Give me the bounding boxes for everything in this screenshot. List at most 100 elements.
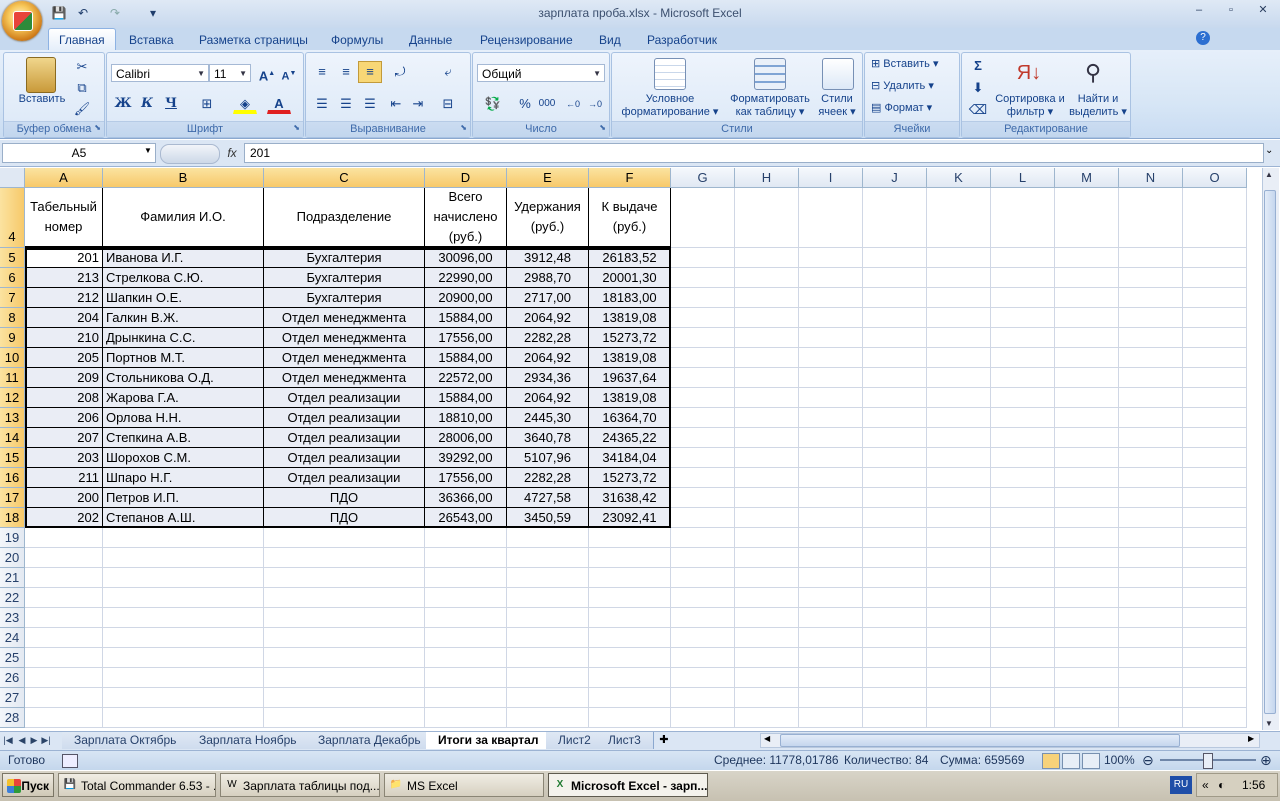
- increase-indent-icon[interactable]: ⇥: [406, 93, 430, 115]
- grid-cell[interactable]: [863, 708, 927, 728]
- close-button[interactable]: ✕: [1252, 2, 1274, 18]
- grid-cell[interactable]: [991, 428, 1055, 448]
- tab-data[interactable]: Данные: [399, 30, 462, 50]
- grid-cell[interactable]: [735, 568, 799, 588]
- table-cell[interactable]: 19637,64: [589, 368, 671, 388]
- formula-bar-handle[interactable]: [160, 144, 220, 164]
- row-header[interactable]: 5: [0, 248, 25, 268]
- table-cell[interactable]: 2064,92: [507, 388, 589, 408]
- grid-cell[interactable]: [863, 608, 927, 628]
- prev-sheet-icon[interactable]: ◀: [16, 733, 28, 747]
- column-header[interactable]: F: [589, 168, 671, 188]
- tab-insert[interactable]: Вставка: [119, 30, 184, 50]
- grid-cell[interactable]: [671, 328, 735, 348]
- grid-cell[interactable]: [103, 668, 264, 688]
- grid-cell[interactable]: [589, 568, 671, 588]
- table-cell[interactable]: ПДО: [264, 508, 425, 528]
- grid-cell[interactable]: [863, 488, 927, 508]
- grid-cell[interactable]: [1119, 568, 1183, 588]
- grid-cell[interactable]: [1055, 608, 1119, 628]
- column-header[interactable]: K: [927, 168, 991, 188]
- row-header[interactable]: 12: [0, 388, 25, 408]
- table-header-cell[interactable]: Фамилия И.О.: [103, 188, 264, 248]
- table-cell[interactable]: 30096,00: [425, 248, 507, 268]
- grid-cell[interactable]: [799, 568, 863, 588]
- table-cell[interactable]: Шапкин О.Е.: [103, 288, 264, 308]
- grid-cell[interactable]: [1055, 468, 1119, 488]
- grid-cell[interactable]: [799, 608, 863, 628]
- grid-cell[interactable]: [1119, 308, 1183, 328]
- grid-cell[interactable]: [927, 508, 991, 528]
- table-cell[interactable]: Петров И.П.: [103, 488, 264, 508]
- grid-cell[interactable]: [927, 568, 991, 588]
- grid-cell[interactable]: [671, 188, 735, 248]
- increase-decimal-icon[interactable]: ←0: [561, 93, 585, 115]
- conditional-format-button[interactable]: Условное форматирование ▾: [614, 93, 726, 119]
- merge-center-icon[interactable]: ⊟: [436, 93, 460, 115]
- grid-cell[interactable]: [1119, 368, 1183, 388]
- table-header-cell[interactable]: Подразделение: [264, 188, 425, 248]
- grid-cell[interactable]: [1119, 668, 1183, 688]
- grid-cell[interactable]: [1055, 388, 1119, 408]
- table-cell[interactable]: 22572,00: [425, 368, 507, 388]
- grid-cell[interactable]: [927, 368, 991, 388]
- grid-cell[interactable]: [799, 188, 863, 248]
- grid-cell[interactable]: [264, 708, 425, 728]
- table-cell[interactable]: Стрелкова С.Ю.: [103, 268, 264, 288]
- table-cell[interactable]: Отдел реализации: [264, 468, 425, 488]
- grid-cell[interactable]: [927, 188, 991, 248]
- grid-cell[interactable]: [799, 708, 863, 728]
- font-name-combo[interactable]: Calibri ▼: [111, 64, 209, 82]
- column-header[interactable]: O: [1183, 168, 1247, 188]
- grid-cell[interactable]: [735, 288, 799, 308]
- grid-cell[interactable]: [735, 448, 799, 468]
- scroll-right-icon[interactable]: ▶: [1248, 734, 1254, 743]
- row-header[interactable]: 22: [0, 588, 25, 608]
- grid-cell[interactable]: [735, 248, 799, 268]
- grid-cell[interactable]: [671, 248, 735, 268]
- task-word-doc[interactable]: W Зарплата таблицы под...: [220, 773, 380, 797]
- row-header[interactable]: 21: [0, 568, 25, 588]
- grid-cell[interactable]: [507, 528, 589, 548]
- sheet-tab-november[interactable]: Зарплата Ноябрь: [187, 732, 310, 749]
- table-cell[interactable]: Отдел реализации: [264, 448, 425, 468]
- grid-cell[interactable]: [1055, 348, 1119, 368]
- table-cell[interactable]: Бухгалтерия: [264, 248, 425, 268]
- select-all-button[interactable]: [0, 168, 25, 188]
- grid-cell[interactable]: [863, 268, 927, 288]
- grid-cell[interactable]: [1055, 688, 1119, 708]
- table-cell[interactable]: 202: [25, 508, 103, 528]
- grid-cell[interactable]: [799, 628, 863, 648]
- row-header[interactable]: 28: [0, 708, 25, 728]
- grid-cell[interactable]: [799, 468, 863, 488]
- sheet-tab-december[interactable]: Зарплата Декабрь: [306, 732, 434, 749]
- grid-cell[interactable]: [1183, 388, 1247, 408]
- grid-cell[interactable]: [507, 648, 589, 668]
- grid-cell[interactable]: [671, 508, 735, 528]
- table-cell[interactable]: ПДО: [264, 488, 425, 508]
- grid-cell[interactable]: [507, 628, 589, 648]
- table-cell[interactable]: 205: [25, 348, 103, 368]
- table-cell[interactable]: 2934,36: [507, 368, 589, 388]
- table-cell[interactable]: 3450,59: [507, 508, 589, 528]
- table-cell[interactable]: 203: [25, 448, 103, 468]
- office-button[interactable]: [2, 1, 42, 41]
- grid-cell[interactable]: [1119, 608, 1183, 628]
- grid-cell[interactable]: [799, 588, 863, 608]
- grid-cell[interactable]: [507, 608, 589, 628]
- table-cell[interactable]: 2717,00: [507, 288, 589, 308]
- row-header[interactable]: 23: [0, 608, 25, 628]
- format-cells-button[interactable]: ▤ Формат ▾: [871, 99, 932, 117]
- grid-cell[interactable]: [927, 388, 991, 408]
- grid-cell[interactable]: [799, 668, 863, 688]
- grid-cell[interactable]: [1183, 348, 1247, 368]
- grid-cell[interactable]: [1183, 508, 1247, 528]
- row-header[interactable]: 11: [0, 368, 25, 388]
- grid-cell[interactable]: [1183, 568, 1247, 588]
- sheet-tab-list3[interactable]: Лист3: [596, 732, 654, 749]
- grid-cell[interactable]: [863, 668, 927, 688]
- table-cell[interactable]: 2988,70: [507, 268, 589, 288]
- grid-cell[interactable]: [1055, 628, 1119, 648]
- grid-cell[interactable]: [671, 348, 735, 368]
- grid-cell[interactable]: [1119, 708, 1183, 728]
